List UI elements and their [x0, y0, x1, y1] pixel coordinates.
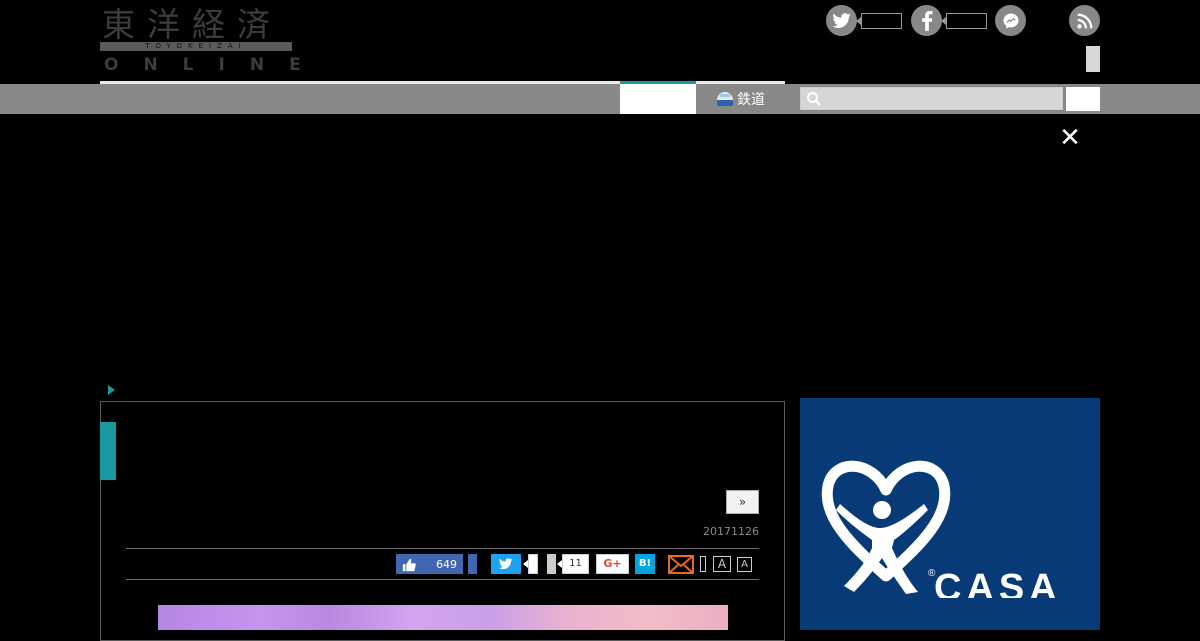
close-icon[interactable]: ✕: [1058, 124, 1082, 152]
nav-tab-active[interactable]: [620, 81, 696, 114]
sidebar-ad[interactable]: ® CASA: [800, 398, 1100, 630]
twitter-share-count: [528, 554, 538, 574]
hatena-bookmark-button[interactable]: B!: [635, 554, 655, 574]
nav-tab-rail-label: 鉄道: [737, 92, 765, 108]
next-page-button[interactable]: »: [726, 490, 759, 514]
share-divider-bottom: [126, 579, 759, 580]
train-icon: [716, 90, 734, 108]
breadcrumb-arrow-icon: [108, 385, 115, 395]
facebook-follow-count: [946, 13, 987, 29]
nav-tab-rail[interactable]: 鉄道: [696, 84, 785, 114]
casa-logo: ® CASA: [821, 460, 1062, 598]
font-size-large-button[interactable]: A: [713, 556, 731, 572]
logo-romaji: TOYOKEIZAI: [145, 42, 247, 50]
search-button[interactable]: [1066, 87, 1100, 111]
login-button[interactable]: [1086, 46, 1100, 72]
search-input[interactable]: [800, 87, 1063, 110]
rss-icon[interactable]: [1069, 5, 1100, 36]
messenger-icon[interactable]: [995, 5, 1026, 36]
facebook-share-button[interactable]: [468, 554, 477, 574]
twitter-icon[interactable]: [826, 5, 857, 36]
site-logo[interactable]: 東洋経済 TOYOKEIZAI ONLINE: [100, 5, 301, 75]
mail-icon[interactable]: [668, 555, 694, 574]
twitter-follow-count: [861, 13, 902, 29]
search-icon: [806, 91, 822, 107]
article-photo: [158, 605, 728, 630]
share-divider-top: [126, 548, 759, 549]
google-plus-button[interactable]: G+: [596, 554, 629, 574]
facebook-icon[interactable]: [911, 5, 942, 36]
share-count: 11: [562, 554, 589, 574]
font-size-small-button[interactable]: A: [737, 557, 752, 572]
category-marker: [100, 422, 116, 480]
logo-kanji: 東洋経済: [102, 5, 282, 44]
print-button[interactable]: [700, 556, 706, 572]
facebook-like-count: 649: [436, 557, 457, 571]
thumbs-up-icon: [402, 557, 416, 572]
article-date: 20171126: [703, 525, 759, 538]
facebook-like-button[interactable]: 649: [396, 554, 463, 574]
share-button[interactable]: [547, 554, 556, 574]
ad-brand-text: CASA: [934, 567, 1062, 598]
twitter-share-button[interactable]: [491, 554, 521, 574]
logo-online: ONLINE: [104, 55, 326, 75]
